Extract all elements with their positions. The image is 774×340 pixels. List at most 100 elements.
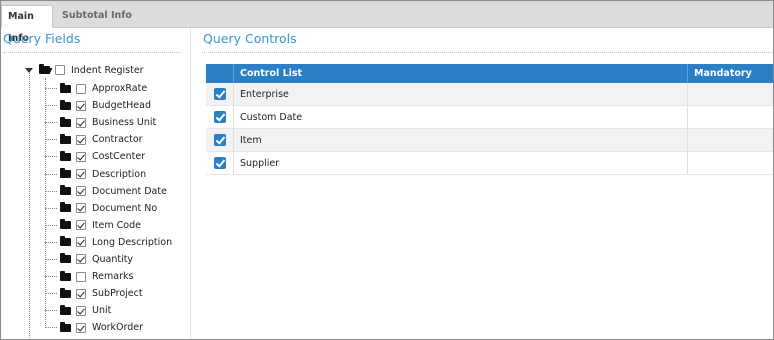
query-field-item[interactable]: BudgetHead: [45, 97, 172, 114]
expand-toggle-icon[interactable]: [25, 67, 33, 73]
tree-connector: [45, 327, 57, 329]
mandatory-cell[interactable]: [688, 129, 773, 151]
select-cell: [206, 106, 234, 128]
tab-bar: Main Info Subtotal Info: [1, 1, 773, 44]
query-field-list: ApproxRate BudgetHead Business Unit Contrac…: [45, 80, 172, 336]
control-checkbox[interactable]: [213, 88, 226, 100]
control-name-cell: Custom Date: [234, 106, 688, 128]
field-checkbox[interactable]: [76, 305, 86, 316]
tree-connector: [45, 293, 57, 295]
query-controls-divider: [202, 52, 773, 53]
query-field-label: Long Description: [92, 236, 173, 248]
mandatory-cell[interactable]: [688, 106, 773, 128]
tree-connector: [45, 241, 57, 243]
control-checkbox[interactable]: [213, 157, 226, 169]
field-checkbox[interactable]: [76, 151, 86, 162]
query-field-item[interactable]: SubProject: [45, 285, 172, 302]
root-checkbox[interactable]: [55, 65, 65, 75]
tree-connector: [45, 105, 57, 107]
folder-icon: [60, 219, 71, 230]
mandatory-cell[interactable]: [688, 152, 773, 174]
tree-root-node[interactable]: Indent Register: [25, 63, 144, 77]
field-checkbox[interactable]: [76, 186, 86, 197]
query-field-item[interactable]: Document No: [45, 200, 172, 217]
control-row[interactable]: Supplier: [206, 152, 773, 175]
mandatory-cell[interactable]: [688, 83, 773, 105]
field-checkbox[interactable]: [76, 220, 86, 231]
folder-icon: [60, 304, 71, 315]
tree-connector: [45, 88, 57, 90]
tree-connector: [45, 258, 57, 260]
field-checkbox[interactable]: [76, 288, 86, 299]
folder-icon: [60, 236, 71, 247]
query-fields-panel: Query Fields Indent Register ApproxRate B…: [1, 28, 191, 339]
query-field-label: Document No: [92, 202, 158, 214]
query-field-label: Document Date: [92, 185, 167, 197]
query-field-label: Contractor: [92, 134, 143, 146]
tree-root-label: Indent Register: [71, 64, 144, 76]
folder-icon: [60, 202, 71, 213]
select-cell: [206, 83, 234, 105]
query-field-item[interactable]: ApproxRate: [45, 80, 172, 97]
folder-icon: [60, 287, 71, 298]
query-field-label: Unit: [92, 305, 112, 317]
field-checkbox[interactable]: [76, 117, 86, 128]
query-designer-window: Main Info Subtotal Info Query Fields Ind…: [0, 0, 774, 340]
query-field-label: Remarks: [92, 271, 134, 283]
field-checkbox[interactable]: [76, 237, 86, 248]
folder-open-icon: [39, 64, 50, 74]
query-field-item[interactable]: Unit: [45, 302, 172, 319]
control-checkbox[interactable]: [213, 134, 226, 146]
query-field-item[interactable]: Item Code: [45, 217, 172, 234]
control-checkbox[interactable]: [213, 111, 226, 123]
query-field-item[interactable]: Business Unit: [45, 114, 172, 131]
query-field-label: Description: [92, 168, 147, 180]
tree-connector: [45, 156, 57, 158]
query-field-label: Business Unit: [92, 117, 157, 129]
field-checkbox[interactable]: [76, 322, 86, 333]
query-fields-title: Query Fields: [3, 31, 81, 46]
field-checkbox[interactable]: [76, 271, 86, 282]
field-checkbox[interactable]: [76, 203, 86, 214]
query-field-item[interactable]: Description: [45, 165, 172, 182]
tree-guide-line: [29, 70, 30, 339]
field-checkbox[interactable]: [76, 169, 86, 180]
field-checkbox[interactable]: [76, 254, 86, 265]
control-list-grid: Control List Mandatory Enterprise Custom …: [206, 64, 773, 175]
folder-icon: [60, 270, 71, 281]
folder-icon: [60, 150, 71, 161]
query-field-item[interactable]: Document Date: [45, 183, 172, 200]
query-field-item[interactable]: WorkOrder: [45, 319, 172, 336]
field-checkbox[interactable]: [76, 100, 86, 111]
tree-connector: [45, 207, 57, 209]
query-field-label: BudgetHead: [92, 100, 152, 112]
control-name-cell: Enterprise: [234, 83, 688, 105]
query-controls-title: Query Controls: [203, 31, 297, 46]
folder-icon: [60, 253, 71, 264]
mandatory-header[interactable]: Mandatory: [688, 64, 773, 83]
control-list-header[interactable]: Control List: [234, 64, 688, 83]
folder-icon: [60, 116, 71, 127]
field-checkbox[interactable]: [76, 83, 86, 94]
query-field-item[interactable]: Contractor: [45, 131, 172, 148]
tree-connector: [45, 122, 57, 124]
tree-connector: [45, 173, 57, 175]
folder-icon: [60, 82, 71, 93]
query-field-label: WorkOrder: [92, 322, 144, 334]
tab-subtotal-info[interactable]: Subtotal Info: [56, 5, 138, 28]
control-name-cell: Supplier: [234, 152, 688, 174]
field-checkbox[interactable]: [76, 134, 86, 145]
select-column-header: [206, 64, 234, 83]
query-field-item[interactable]: Quantity: [45, 251, 172, 268]
query-field-label: CostCenter: [92, 151, 146, 163]
query-field-item[interactable]: Remarks: [45, 268, 172, 285]
select-cell: [206, 152, 234, 174]
query-field-label: SubProject: [92, 288, 143, 300]
query-field-item[interactable]: Long Description: [45, 234, 172, 251]
tree-connector: [45, 139, 57, 141]
query-field-item[interactable]: CostCenter: [45, 148, 172, 165]
control-row[interactable]: Item: [206, 129, 773, 152]
control-row[interactable]: Enterprise: [206, 83, 773, 106]
control-row[interactable]: Custom Date: [206, 106, 773, 129]
tab-main-info[interactable]: Main Info: [1, 5, 53, 44]
